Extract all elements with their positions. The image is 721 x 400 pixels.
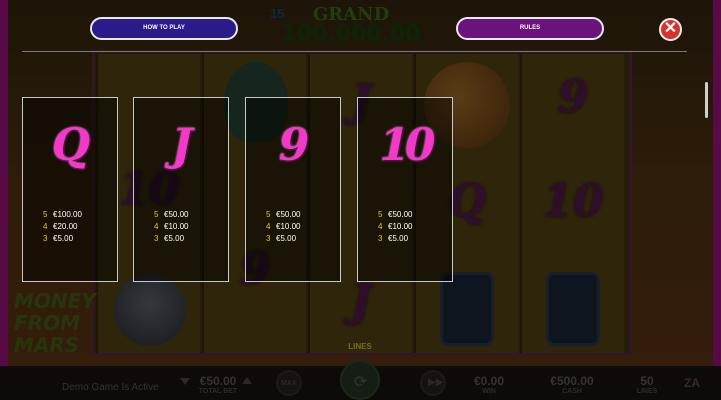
- pay-row: 4 €20.00: [43, 222, 77, 231]
- paytable-symbol: 9: [278, 120, 310, 171]
- pay-amount: €10.00: [164, 222, 189, 231]
- pay-count: 3: [154, 234, 159, 243]
- pay-amount: €5.00: [388, 234, 409, 243]
- pay-count: 5: [154, 210, 159, 219]
- pay-count: 4: [266, 222, 271, 231]
- pay-count: 4: [43, 222, 48, 231]
- paytable-card-9: 9 5 €50.00 4 €10.00 3 €5.00: [245, 97, 341, 282]
- pay-row: 3 €5.00: [266, 234, 296, 243]
- how-to-play-button[interactable]: HOW TO PLAY: [90, 17, 238, 40]
- pay-count: 5: [266, 210, 271, 219]
- close-icon[interactable]: ✕: [659, 18, 682, 41]
- pay-amount: €20.00: [53, 222, 78, 231]
- pay-count: 5: [43, 210, 48, 219]
- pay-count: 3: [43, 234, 48, 243]
- pay-amount: €50.00: [164, 210, 189, 219]
- pay-amount: €50.00: [388, 210, 413, 219]
- paytable-symbol: J: [171, 120, 193, 171]
- pay-count: 3: [266, 234, 271, 243]
- rules-button[interactable]: RULES: [456, 17, 604, 40]
- paytable-symbol: 10: [379, 120, 435, 171]
- pay-row: 4 €10.00: [378, 222, 412, 231]
- pay-count: 4: [378, 222, 383, 231]
- scrollbar[interactable]: [705, 82, 708, 118]
- pay-amount: €5.00: [53, 234, 74, 243]
- paytable-card-10: 10 5 €50.00 4 €10.00 3 €5.00: [357, 97, 453, 282]
- pay-count: 5: [378, 210, 383, 219]
- pay-amount: €10.00: [388, 222, 413, 231]
- pay-row: 3 €5.00: [154, 234, 184, 243]
- header-divider: [22, 51, 687, 52]
- pay-row: 4 €10.00: [266, 222, 300, 231]
- pay-row: 3 €5.00: [43, 234, 73, 243]
- pay-amount: €5.00: [164, 234, 185, 243]
- paytable-symbol: Q: [51, 120, 90, 171]
- pay-count: 4: [154, 222, 159, 231]
- paytable-card-q: Q 5 €100.00 4 €20.00 3 €5.00: [22, 97, 118, 282]
- pay-row: 5 €100.00: [43, 210, 82, 219]
- pay-amount: €10.00: [276, 222, 301, 231]
- pay-row: 5 €50.00: [266, 210, 300, 219]
- pay-row: 5 €50.00: [378, 210, 412, 219]
- pay-row: 3 €5.00: [378, 234, 408, 243]
- pay-amount: €100.00: [53, 210, 82, 219]
- pay-row: 4 €10.00: [154, 222, 188, 231]
- paytable-card-j: J 5 €50.00 4 €10.00 3 €5.00: [133, 97, 229, 282]
- pay-count: 3: [378, 234, 383, 243]
- pay-row: 5 €50.00: [154, 210, 188, 219]
- pay-amount: €5.00: [276, 234, 297, 243]
- pay-amount: €50.00: [276, 210, 301, 219]
